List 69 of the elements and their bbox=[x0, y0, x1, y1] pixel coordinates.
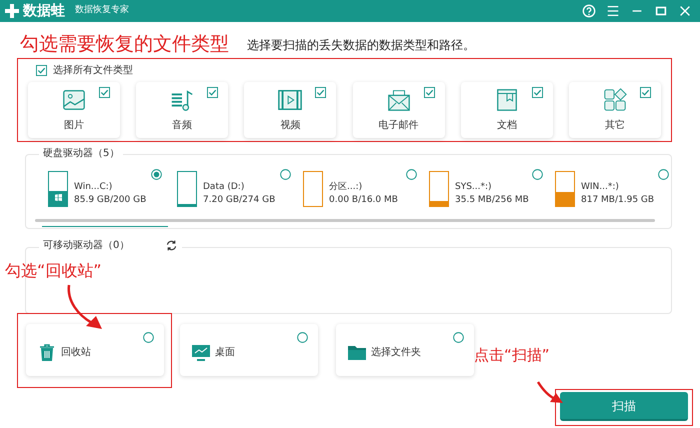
trash-icon bbox=[37, 342, 57, 362]
instruction-text: 选择要扫描的丢失数据的数据类型和路径。 bbox=[247, 37, 475, 54]
film-icon bbox=[277, 87, 304, 113]
app-subtitle: 数据恢复专家 bbox=[75, 4, 129, 18]
file-type-card[interactable]: 其它 bbox=[568, 82, 661, 138]
radio-button[interactable] bbox=[406, 169, 417, 180]
file-type-card[interactable]: 音频 bbox=[136, 82, 228, 138]
radio-button[interactable] bbox=[658, 169, 669, 180]
annotation-text: 勾选需要恢复的文件类型 bbox=[20, 35, 229, 56]
location-label: 桌面 bbox=[215, 346, 235, 360]
help-icon[interactable] bbox=[582, 4, 596, 18]
checkbox-checked[interactable] bbox=[99, 87, 110, 98]
checkbox-checked[interactable] bbox=[315, 87, 326, 98]
drive-item[interactable]: 分区...:) 0.00 B/16.0 MB bbox=[297, 167, 423, 227]
drive-item[interactable]: Data (D:) 7.20 GB/274 GB bbox=[171, 167, 297, 227]
radio-button[interactable] bbox=[532, 169, 543, 180]
location-card[interactable]: 桌面 bbox=[180, 324, 318, 376]
radio-selected[interactable] bbox=[151, 169, 162, 180]
file-type-label: 音频 bbox=[172, 118, 192, 133]
app-name: 数据蛙 bbox=[23, 4, 65, 18]
location-label: 回收站 bbox=[61, 346, 91, 360]
drive-name: SYS...*:) bbox=[455, 181, 493, 194]
scrollbar[interactable] bbox=[35, 219, 655, 222]
menu-icon[interactable] bbox=[606, 4, 620, 18]
annotation-text: 点击“扫描” bbox=[474, 345, 550, 366]
location-card[interactable]: 回收站 bbox=[26, 324, 164, 376]
drive-name: 分区...:) bbox=[329, 181, 364, 194]
location-label: 选择文件夹 bbox=[371, 346, 421, 360]
checkbox-checked[interactable] bbox=[532, 87, 543, 98]
file-type-label: 电子邮件 bbox=[378, 118, 419, 133]
drive-usage-text: 0.00 B/16.0 MB bbox=[329, 194, 398, 207]
section-title: 可移动驱动器（0） bbox=[43, 239, 130, 253]
drive-item[interactable]: SYS...*:) 35.5 MB/256 MB bbox=[423, 167, 549, 227]
annotation-text: 勾选“回收站” bbox=[5, 260, 102, 282]
radio-button[interactable] bbox=[280, 169, 291, 180]
drive-name: Data (D:) bbox=[203, 181, 246, 194]
refresh-icon[interactable] bbox=[165, 239, 178, 252]
checkbox-checked[interactable] bbox=[640, 87, 651, 98]
cross-logo-icon bbox=[4, 3, 20, 19]
checkbox-checked[interactable] bbox=[36, 65, 47, 76]
checkbox-checked[interactable] bbox=[424, 87, 435, 98]
file-type-card[interactable]: 文档 bbox=[460, 82, 553, 138]
checkbox-checked[interactable] bbox=[207, 87, 218, 98]
location-card[interactable]: 选择文件夹 bbox=[336, 324, 474, 376]
drive-usage-text: 7.20 GB/274 GB bbox=[203, 194, 276, 207]
file-type-card[interactable]: 电子邮件 bbox=[352, 82, 445, 138]
drive-name: WIN...*:) bbox=[581, 181, 620, 194]
file-type-label: 图片 bbox=[64, 118, 84, 133]
file-type-label: 其它 bbox=[604, 118, 625, 133]
drive-item[interactable]: WIN...*:) 817 MB/1.95 GB bbox=[549, 167, 671, 227]
annotation-arrow bbox=[535, 380, 565, 404]
select-all-label[interactable]: 选择所有文件类型 bbox=[53, 63, 133, 78]
drive-usage-text: 85.9 GB/200 GB bbox=[74, 194, 146, 207]
radio-button[interactable] bbox=[297, 332, 308, 343]
radio-button[interactable] bbox=[453, 332, 464, 343]
scan-button[interactable]: 扫描 bbox=[560, 392, 688, 421]
file-type-label: 文档 bbox=[496, 118, 517, 133]
drive-usage-text: 35.5 MB/256 MB bbox=[455, 194, 529, 207]
picture-icon bbox=[61, 87, 87, 113]
drive-usage-text: 817 MB/1.95 GB bbox=[581, 194, 654, 207]
shapes-icon bbox=[602, 87, 628, 113]
drive-name: Win...C:) bbox=[74, 181, 114, 194]
file-type-card[interactable]: 图片 bbox=[28, 82, 120, 138]
maximize-icon[interactable] bbox=[654, 4, 668, 18]
close-icon[interactable] bbox=[678, 4, 692, 18]
file-type-label: 视频 bbox=[280, 118, 300, 133]
radio-button[interactable] bbox=[143, 332, 154, 343]
file-type-card[interactable]: 视频 bbox=[244, 82, 336, 138]
monitor-icon bbox=[191, 342, 211, 362]
